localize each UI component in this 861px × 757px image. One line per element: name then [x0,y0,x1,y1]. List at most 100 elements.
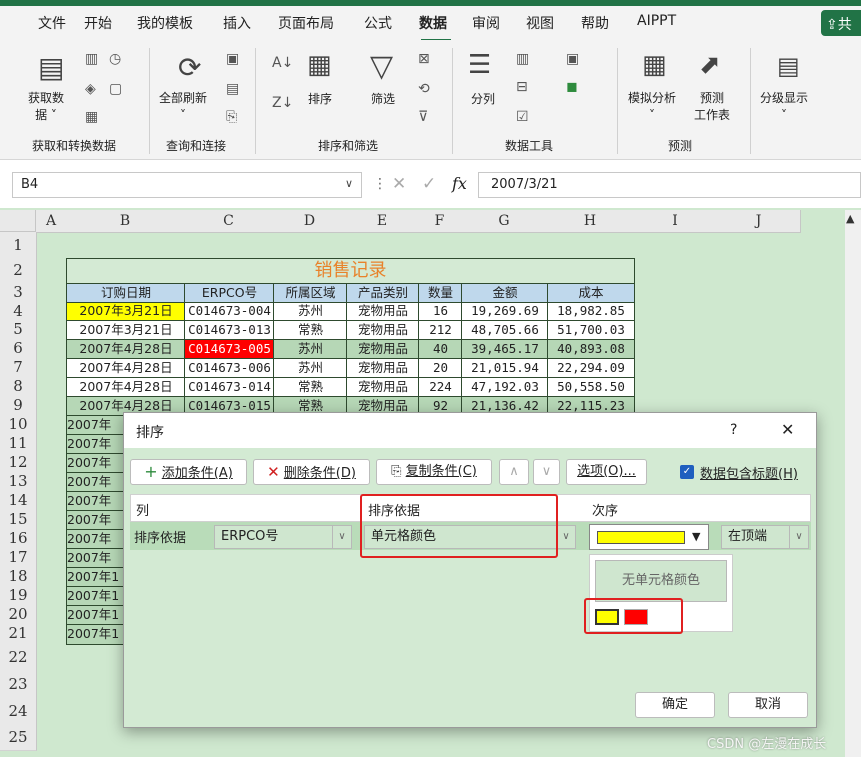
column-header-a[interactable]: A [36,210,67,233]
get-data-button[interactable]: 获取数 据 ˅ [28,90,64,124]
row-header-15[interactable]: 15 [0,510,37,530]
row-header-25[interactable]: 25 [0,724,37,751]
table-cell[interactable]: 48,705.66 [461,320,549,341]
table-cell[interactable]: 2007年1 [66,624,126,645]
table-cell[interactable]: 16 [418,302,463,322]
table-cell[interactable]: 宠物用品 [346,302,420,322]
table-cell[interactable]: 50,558.50 [547,377,635,398]
table-cell[interactable]: 2007年 [66,472,126,493]
sort-button[interactable]: 排序 [308,90,332,107]
column-select[interactable]: ERPCO号 ∨ [214,525,352,549]
row-header-10[interactable]: 10 [0,415,37,435]
table-cell[interactable]: 2007年3月21日 [66,302,186,322]
column-header-d[interactable]: D [273,210,347,233]
column-header-i[interactable]: I [633,210,718,233]
table-cell[interactable]: 40,893.08 [547,339,635,360]
table-cell[interactable]: 2007年 [66,491,126,512]
table-header-cell[interactable]: 成本 [547,283,635,304]
row-header-8[interactable]: 8 [0,377,37,397]
table-cell[interactable]: 212 [418,320,463,341]
table-header-cell[interactable]: 所属区域 [273,283,348,304]
close-icon[interactable]: ✕ [781,420,794,439]
table-header-cell[interactable]: 数量 [418,283,463,304]
row-header-16[interactable]: 16 [0,529,37,549]
what-if-button[interactable]: 模拟分析 ˅ [628,90,676,124]
reapply-icon[interactable]: ⟲ [418,82,430,96]
has-header-checkbox[interactable]: ✓ [680,465,694,479]
table-cell[interactable]: 47,192.03 [461,377,549,398]
row-header-17[interactable]: 17 [0,548,37,568]
row-header-5[interactable]: 5 [0,320,37,340]
table-cell[interactable]: 20 [418,358,463,379]
table-cell[interactable]: 21,015.94 [461,358,549,379]
vertical-scrollbar[interactable] [845,210,861,757]
chevron-down-icon[interactable]: ∨ [345,177,353,190]
scroll-up-icon[interactable]: ▲ [846,212,854,225]
tab-view[interactable]: 视图 [526,13,554,33]
column-header-g[interactable]: G [461,210,548,233]
table-cell[interactable]: 39,465.17 [461,339,549,360]
sort-asc-icon[interactable]: A↓ [272,56,293,70]
table-cell[interactable]: 19,269.69 [461,302,549,322]
copy-condition-button[interactable]: ⎘ 复制条件(C) [376,459,492,485]
column-header-c[interactable]: C [184,210,274,233]
column-header-h[interactable]: H [547,210,634,233]
row-header-23[interactable]: 23 [0,671,37,699]
table-cell[interactable]: 宠物用品 [346,339,420,360]
table-cell[interactable]: 2007年 [66,453,126,474]
ok-button[interactable]: 确定 [635,692,715,718]
row-header-2[interactable]: 2 [0,258,37,284]
table-header-cell[interactable]: 产品类别 [346,283,420,304]
filter-button[interactable]: 筛选 [371,90,395,107]
table-header-cell[interactable]: 订购日期 [66,283,186,304]
row-header-13[interactable]: 13 [0,472,37,492]
order-color-select[interactable]: ▼ [589,524,709,550]
name-box[interactable]: B4 ∨ [12,172,362,198]
share-button[interactable]: ⇪共 [821,10,861,36]
insert-function-icon[interactable]: fx [452,174,467,193]
row-header-21[interactable]: 21 [0,624,37,644]
tab-home[interactable]: 开始 [84,13,112,33]
column-header-j[interactable]: J [717,210,801,233]
tab-help[interactable]: 帮助 [581,13,609,33]
row-header-24[interactable]: 24 [0,698,37,725]
remove-duplicates-icon[interactable]: ⊟ [516,80,528,94]
row-header-12[interactable]: 12 [0,453,37,473]
row-header-20[interactable]: 20 [0,605,37,625]
table-cell[interactable]: 苏州 [273,302,348,322]
refresh-all-button[interactable]: 全部刷新 ˅ [159,90,207,124]
consolidate-icon[interactable]: ▣ [566,52,579,66]
text-to-columns-button[interactable]: 分列 [471,90,495,107]
row-header-1[interactable]: 1 [0,232,37,259]
table-cell[interactable]: 2007年1 [66,586,126,607]
table-cell[interactable]: C014673-013 [184,320,275,341]
cancel-icon[interactable]: ✕ [392,174,406,194]
tab-insert[interactable]: 插入 [223,13,251,33]
flash-fill-icon[interactable]: ▥ [516,52,529,66]
table-cell[interactable]: 2007年 [66,548,126,569]
no-cell-color-option[interactable]: 无单元格颜色 [595,560,727,602]
table-cell[interactable]: 宠物用品 [346,358,420,379]
advanced-filter-icon[interactable]: ⊽ [418,110,428,124]
clear-filter-icon[interactable]: ⊠ [418,52,430,66]
table-cell[interactable]: 2007年 [66,510,126,531]
sort-desc-icon[interactable]: Z↓ [272,96,293,110]
table-cell[interactable]: 18,982.85 [547,302,635,322]
table-cell[interactable]: 2007年4月28日 [66,358,186,379]
table-cell[interactable]: 2007年4月28日 [66,377,186,398]
table-cell[interactable]: 常熟 [273,377,348,398]
column-header-e[interactable]: E [346,210,419,233]
table-cell[interactable]: 2007年3月21日 [66,320,186,341]
forecast-sheet-button[interactable]: 预测 工作表 [694,90,730,124]
table-cell[interactable]: 2007年4月28日 [66,339,186,360]
help-button[interactable]: ? [730,422,737,438]
table-cell[interactable]: 苏州 [273,339,348,360]
column-header-f[interactable]: F [418,210,462,233]
options-button[interactable]: 选项(O)... [566,459,647,485]
table-cell[interactable]: 22,294.09 [547,358,635,379]
table-cell[interactable]: 40 [418,339,463,360]
table-cell[interactable]: 51,700.03 [547,320,635,341]
table-header-cell[interactable]: ERPCO号 [184,283,275,304]
table-cell[interactable]: C014673-014 [184,377,275,398]
move-down-button[interactable]: ∨ [533,459,560,485]
